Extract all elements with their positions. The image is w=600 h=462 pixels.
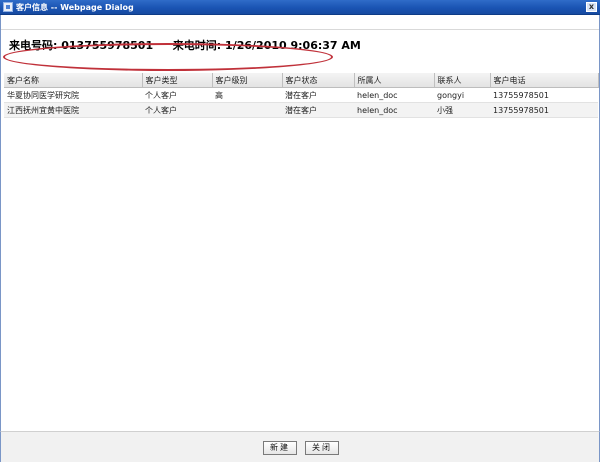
column-header-type[interactable]: 客户类型	[142, 73, 213, 88]
table-row[interactable]: 华夏协同医学研究院 个人客户 高 潜在客户 helen_doc gongyi 1…	[4, 87, 598, 103]
button-bar: 新建 关闭	[0, 431, 600, 462]
customer-name-link[interactable]: 华夏协同医学研究院	[4, 87, 142, 103]
column-header-status[interactable]: 客户状态	[282, 73, 355, 88]
dialog-content: 来电号码: 013755978501 来电时间: 1/26/2010 9:06:…	[0, 15, 600, 431]
column-header-contact[interactable]: 联系人	[434, 73, 491, 88]
close-button[interactable]: 关闭	[305, 441, 339, 455]
caller-info: 来电号码: 013755978501 来电时间: 1/26/2010 9:06:…	[9, 37, 361, 53]
window-icon	[3, 2, 13, 12]
column-header-owner[interactable]: 所属人	[354, 73, 435, 88]
table-header-row: 客户名称 客户类型 客户级别 客户状态 所属人 联系人 客户电话	[4, 73, 599, 88]
customer-table: 客户名称 客户类型 客户级别 客户状态 所属人 联系人 客户电话 华夏协同医学研…	[4, 73, 599, 118]
customer-level-cell: 高	[212, 87, 282, 103]
window-title: 客户信息 -- Webpage Dialog	[16, 3, 134, 12]
close-icon[interactable]: x	[586, 2, 597, 12]
call-time-value: 1/26/2010 9:06:37 AM	[225, 39, 361, 52]
customer-status-cell: 潜在客户	[282, 87, 354, 103]
table-row[interactable]: 江西抚州宜黄中医院 个人客户 潜在客户 helen_doc 小强 1375597…	[4, 102, 598, 118]
owner-cell: helen_doc	[354, 102, 434, 118]
customer-name-link[interactable]: 江西抚州宜黄中医院	[4, 102, 142, 118]
customer-type-cell: 个人客户	[142, 102, 212, 118]
customer-type-cell: 个人客户	[142, 87, 212, 103]
customer-status-cell: 潜在客户	[282, 102, 354, 118]
column-header-level[interactable]: 客户级别	[212, 73, 283, 88]
phone-cell: 13755978501	[490, 87, 598, 103]
phone-cell: 13755978501	[490, 102, 598, 118]
title-bar: 客户信息 -- Webpage Dialog x	[0, 0, 600, 15]
top-divider	[1, 29, 599, 30]
customer-level-cell	[212, 102, 282, 118]
caller-number-value: 013755978501	[61, 39, 154, 52]
call-time-label: 来电时间:	[172, 39, 222, 52]
owner-cell: helen_doc	[354, 87, 434, 103]
column-header-name[interactable]: 客户名称	[4, 73, 143, 88]
column-header-phone[interactable]: 客户电话	[490, 73, 599, 88]
new-button[interactable]: 新建	[263, 441, 297, 455]
caller-number-label: 来电号码:	[9, 39, 58, 52]
contact-cell: 小强	[434, 102, 490, 118]
contact-cell: gongyi	[434, 87, 490, 103]
